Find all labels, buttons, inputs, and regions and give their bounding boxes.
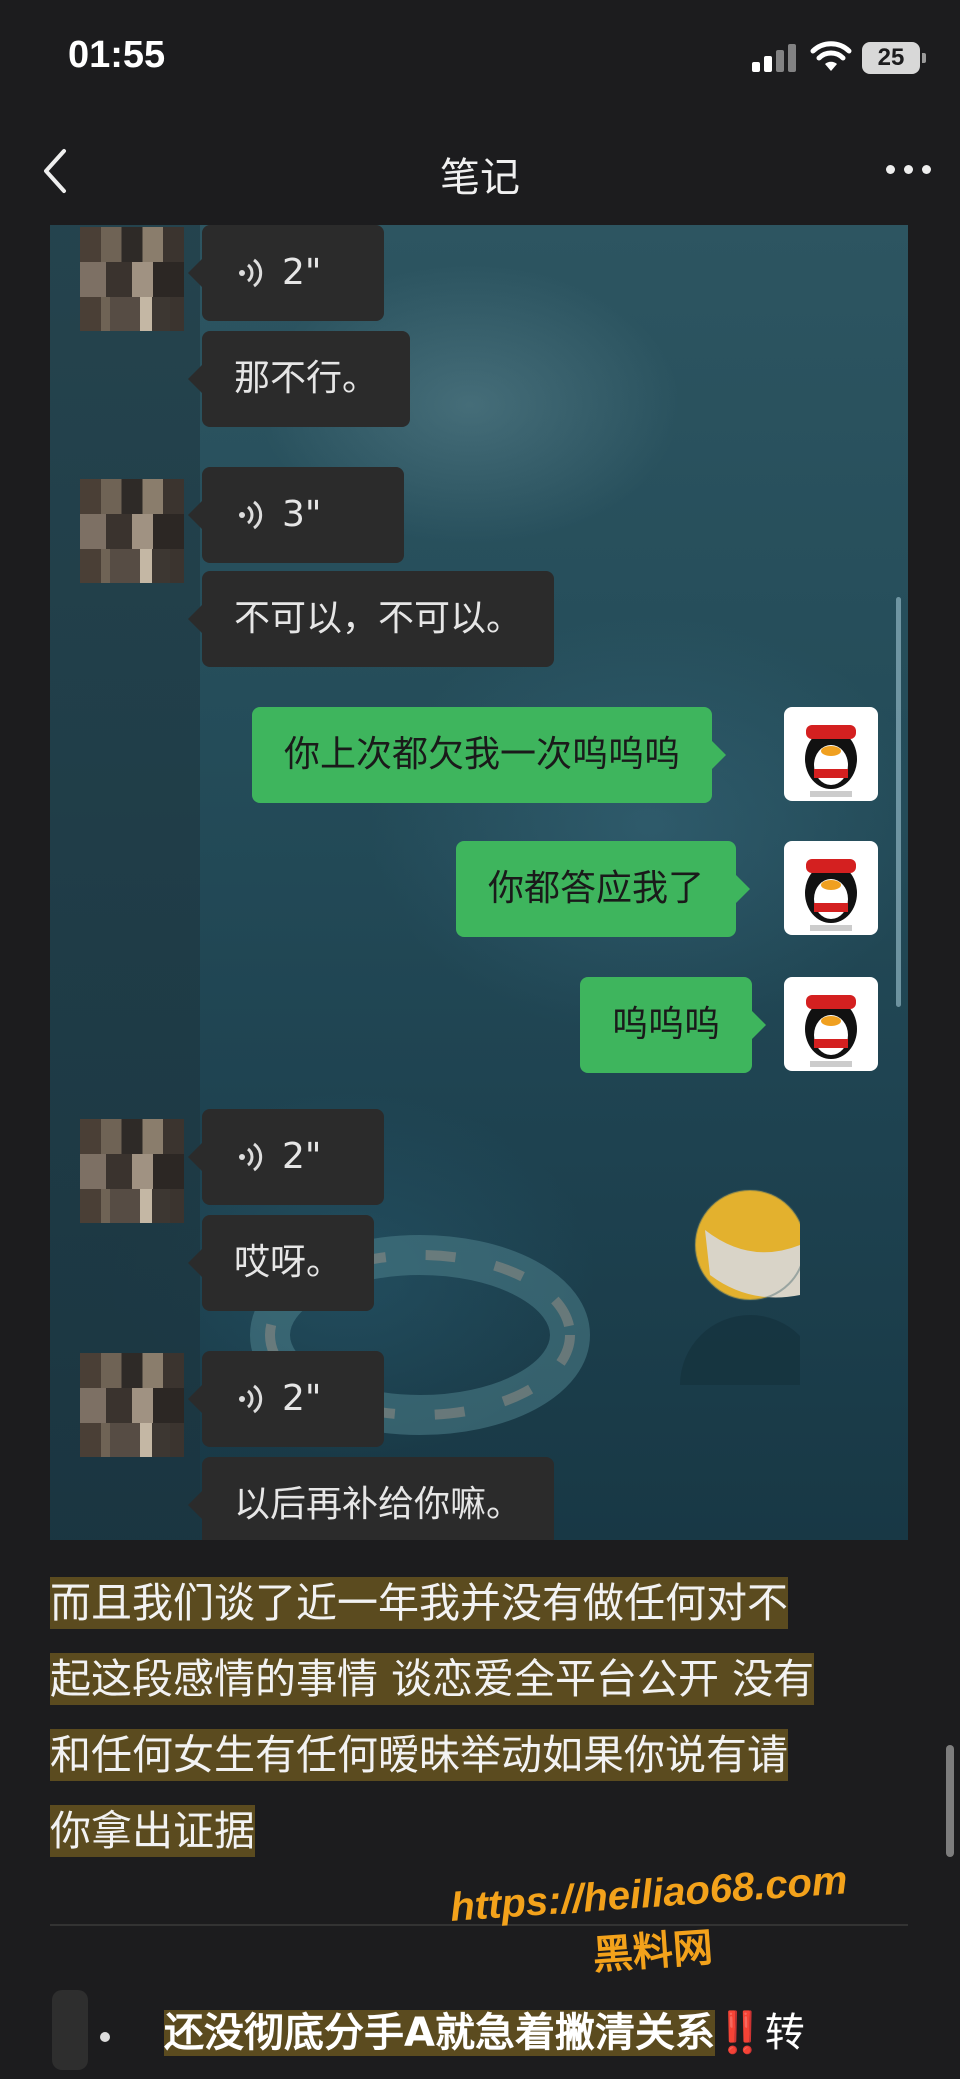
message-bubble: 呜呜呜 [580,977,767,1073]
status-bar: 01:55 25 [0,0,960,115]
voice-message[interactable]: 2" [188,225,384,321]
contact-avatar [80,1119,184,1223]
chat-screenshot-image: 2" 那不行。 3" 不可以，不可以。 你上次都欠我一次呜呜呜 你都答应我了 呜… [50,225,908,1540]
double-exclamation-icon: ‼️ [714,2010,765,2056]
bullet-dot [100,2032,110,2042]
message-bubble: 以后再补给你嘛。 [187,1457,555,1540]
message-bubble: 你上次都欠我一次呜呜呜 [252,707,727,803]
message-bubble: 哎呀。 [187,1215,375,1311]
note-line: 而且我们谈了近一年我并没有做任何对不 [50,1577,788,1629]
message-bubble: 不可以，不可以。 [187,571,555,667]
bullet-text: 还没彻底分手A就急着撇清关系‼️转 [164,2000,805,2058]
voice-duration: 2" [282,1136,322,1177]
bullet-text-highlight: 还没彻底分手A就急着撇清关系 [164,2010,715,2056]
bottom-content: 还没彻底分手A就急着撇清关系‼️转 [0,1960,960,2079]
signal-icon [752,44,798,72]
note-line: 起这段感情的事情 谈恋爱全平台公开 没有 [50,1653,815,1705]
wifi-icon [810,41,852,71]
voice-duration: 2" [282,1378,322,1419]
contact-avatar [80,227,184,331]
voice-message[interactable]: 2" [188,1109,384,1205]
note-body: 而且我们谈了近一年我并没有做任何对不 起这段感情的事情 谈恋爱全平台公开 没有 … [50,1570,920,1874]
contact-avatar [80,1353,184,1457]
voice-duration: 3" [282,494,322,535]
message-bubble: 那不行。 [187,331,411,427]
battery-indicator: 25 [862,42,926,74]
contact-avatar [80,479,184,583]
more-options-icon[interactable] [880,155,940,185]
voice-wave-icon [239,1384,263,1414]
voice-wave-icon [239,1142,263,1172]
nav-bar: 笔记 [0,115,960,225]
user-avatar [784,707,878,801]
voice-message[interactable]: 2" [188,1351,384,1447]
drag-handle[interactable] [52,1990,88,2070]
chat-scrollbar [896,597,901,1007]
page-scrollbar[interactable] [946,1745,954,1857]
voice-duration: 2" [282,252,322,293]
blurred-strip [50,225,200,1540]
note-line: 和任何女生有任何暧昧举动如果你说有请 [50,1729,788,1781]
bullet-text-tail: 转 [764,2010,805,2056]
user-avatar [784,977,878,1071]
user-avatar [784,841,878,935]
beach-ball-decoration [680,1189,800,1385]
message-bubble: 你都答应我了 [456,841,751,937]
note-line: 你拿出证据 [50,1805,255,1857]
page-title: 笔记 [440,155,520,201]
voice-message[interactable]: 3" [188,467,404,563]
status-time: 01:55 [68,34,166,76]
voice-wave-icon [239,500,263,530]
voice-wave-icon [239,258,263,288]
